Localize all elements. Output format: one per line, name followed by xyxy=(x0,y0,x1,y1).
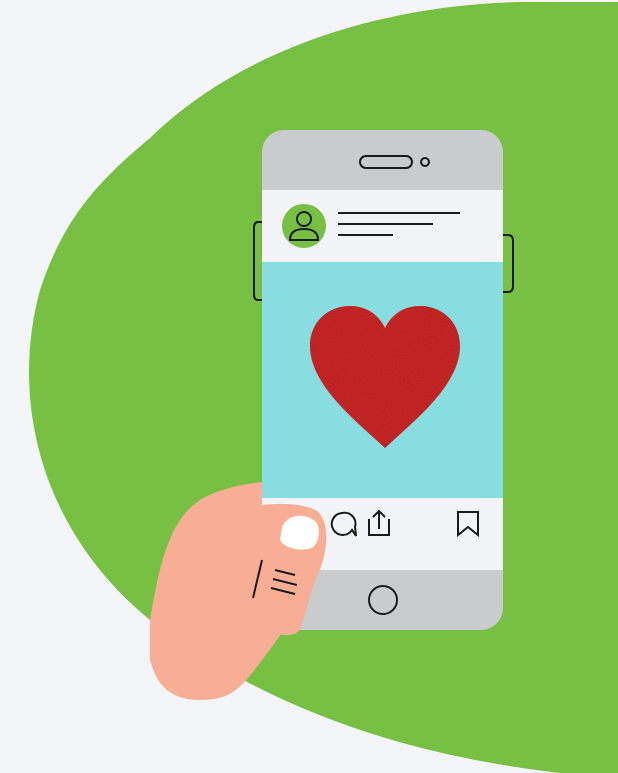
user-avatar-icon[interactable] xyxy=(282,204,326,248)
illustration xyxy=(29,2,618,773)
